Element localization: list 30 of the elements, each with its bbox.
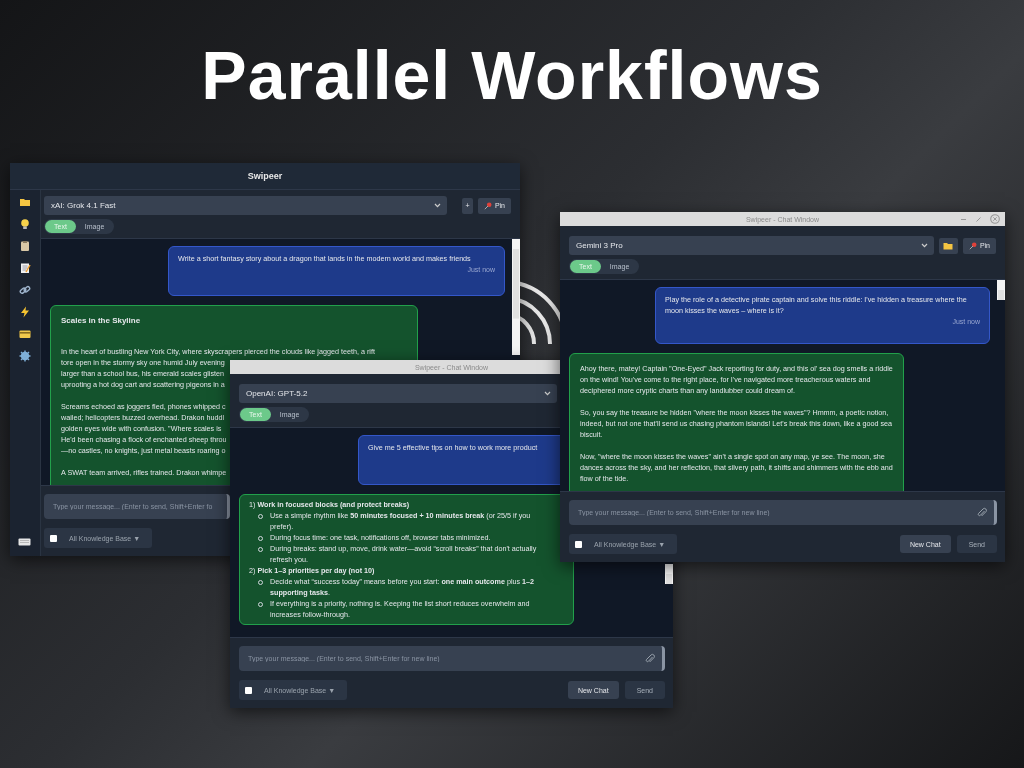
- pushpin-icon: [483, 201, 492, 210]
- card-icon[interactable]: [19, 328, 31, 340]
- checkbox[interactable]: [50, 534, 57, 542]
- link-icon[interactable]: [19, 284, 31, 296]
- checkbox[interactable]: [575, 540, 582, 548]
- lightning-icon[interactable]: [19, 306, 31, 318]
- headline: Parallel Workflows: [200, 36, 824, 114]
- paperclip-icon[interactable]: [977, 507, 987, 518]
- folder-icon[interactable]: [19, 196, 31, 208]
- folder-button[interactable]: [938, 237, 958, 254]
- notepad-icon[interactable]: [19, 262, 31, 274]
- lightbulb-icon[interactable]: [19, 218, 31, 230]
- checkbox[interactable]: [245, 686, 252, 694]
- chevron-down-icon: [544, 391, 551, 396]
- pushpin-icon: [968, 241, 977, 250]
- story-title: Scales in the Skyline: [61, 315, 142, 326]
- gear-icon[interactable]: [19, 350, 31, 362]
- scrollbar[interactable]: [512, 239, 520, 355]
- scrollbar[interactable]: [997, 280, 1005, 300]
- model-select[interactable]: Gemini 3 Pro: [569, 236, 934, 255]
- chevron-down-icon: [920, 243, 928, 248]
- folder-icon: [943, 241, 954, 250]
- keyboard-icon[interactable]: [18, 538, 31, 546]
- scrollbar[interactable]: [665, 564, 673, 584]
- model-select[interactable]: xAI: Grok 4.1 Fast: [44, 196, 447, 215]
- paperclip-icon[interactable]: [645, 653, 655, 664]
- clipboard-icon[interactable]: [19, 240, 31, 252]
- window-title: Swipeer: [247, 171, 283, 181]
- chevron-down-icon: [434, 203, 441, 208]
- model-select[interactable]: OpenAI: GPT-5.2: [239, 384, 557, 403]
